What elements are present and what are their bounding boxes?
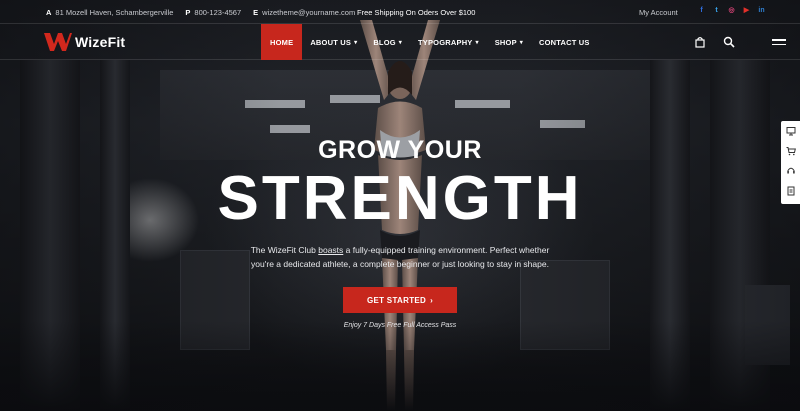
hamburger-icon[interactable] [772, 39, 786, 48]
email-info[interactable]: Ewizetheme@yourname.com [253, 8, 355, 17]
free-pass-note: Enjoy 7 Days Free Full Access Pass [343, 322, 457, 329]
my-account-link[interactable]: My Account [639, 8, 678, 17]
logo[interactable]: WizeFit [44, 32, 125, 52]
logo-text: WizeFit [75, 34, 126, 50]
social-links: f t ◎ ▶ in [697, 6, 766, 15]
chevron-down-icon: ▾ [475, 39, 479, 46]
chevron-right-icon: › [430, 295, 434, 305]
nav-item-blog[interactable]: BLOG ▾ [365, 24, 410, 60]
get-started-button[interactable]: GET STARTED › [343, 287, 457, 313]
shipping-notice: Free Shipping On Oders Over $100 [357, 8, 476, 17]
nav-item-typography[interactable]: TYPOGRAPHY ▾ [410, 24, 487, 60]
top-info-bar: A 81 Mozell Haven, Schambergerville P 800-… [0, 0, 800, 24]
linkedin-icon[interactable]: in [757, 6, 766, 15]
hero-headline: STRENGTH [217, 164, 583, 233]
instagram-icon[interactable]: ◎ [727, 6, 736, 15]
main-menu: HOME ABOUT US ▾ BLOG ▾ TYPOGRAPHY ▾ SHOP ▾ C… [261, 24, 598, 60]
facebook-icon[interactable]: f [697, 6, 706, 15]
nav-item-about-us[interactable]: ABOUT US ▾ [302, 24, 365, 60]
hero-subheadline: GROW YOUR [318, 136, 482, 164]
twitter-icon[interactable]: t [712, 6, 721, 15]
shopping-bag-icon[interactable] [694, 36, 706, 48]
logo-w-icon [44, 33, 72, 51]
boasts-link[interactable]: boasts [318, 245, 343, 255]
chevron-down-icon: ▾ [398, 39, 402, 46]
contact-info: A 81 Mozell Haven, Schambergerville P 800-… [46, 8, 355, 17]
nav-item-shop[interactable]: SHOP ▾ [487, 24, 531, 60]
phone-info[interactable]: P 800-123-4567 [185, 8, 241, 17]
nav-item-contact-us[interactable]: CONTACT US [531, 24, 598, 60]
address-info: A 81 Mozell Haven, Schambergerville [46, 8, 174, 17]
chevron-down-icon: ▾ [354, 39, 358, 46]
youtube-icon[interactable]: ▶ [742, 6, 751, 15]
hero-description: The WizeFit Club boasts a fully-equipped… [250, 245, 550, 269]
main-navbar: WizeFit HOME ABOUT US ▾ BLOG ▾ TYPOGRAPHY ▾… [0, 24, 800, 60]
nav-item-home[interactable]: HOME [261, 24, 303, 60]
chevron-down-icon: ▾ [519, 39, 524, 46]
search-icon[interactable] [723, 36, 735, 48]
